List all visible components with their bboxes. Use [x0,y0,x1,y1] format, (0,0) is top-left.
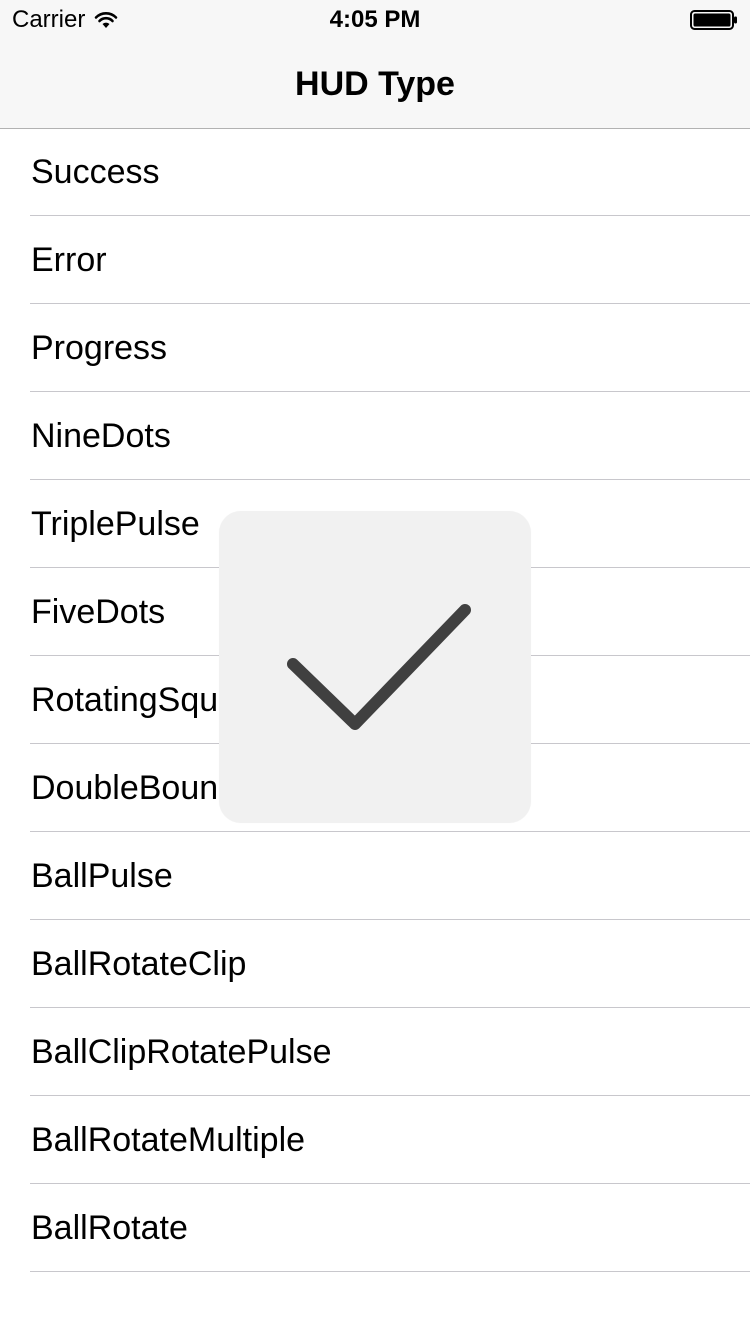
list-item-ballpulse[interactable]: BallPulse [0,832,750,920]
list-item-label: FiveDots [31,593,166,631]
list-item-label: TriplePulse [31,505,200,543]
list-item-label: BallRotateMultiple [31,1121,306,1159]
list-item-ballcliprotatepulse[interactable]: BallClipRotatePulse [0,1008,750,1096]
status-time: 4:05 PM [329,6,421,33]
list-item-label: BallRotateClip [31,945,247,983]
list-item-label: BallPulse [31,857,173,895]
page-title: HUD Type [295,65,455,103]
status-bar: Carrier 4:05 PM [0,0,750,40]
list-item-label: Progress [31,329,168,367]
list-item-label: Error [31,241,107,279]
list-item-ballrotateclip[interactable]: BallRotateClip [0,920,750,1008]
list-item-label: NineDots [31,417,171,455]
list-item-success[interactable]: Success [0,128,750,216]
list-item-label: BallClipRotatePulse [31,1033,332,1071]
list-item-label: Success [31,153,160,191]
navigation-bar: Carrier 4:05 PM HUD Type [0,0,750,129]
battery-icon [690,10,737,30]
list-item-ninedots[interactable]: NineDots [0,392,750,480]
app-screen: Carrier 4:05 PM HUD Type Success Error P… [0,0,750,1334]
list-item-label: BallRotate [31,1209,188,1247]
list-item-ballrotate[interactable]: BallRotate [0,1184,750,1272]
success-hud [219,511,531,823]
list-item-progress[interactable]: Progress [0,304,750,392]
list-item-error[interactable]: Error [0,216,750,304]
list-item-ballrotatemultiple[interactable]: BallRotateMultiple [0,1096,750,1184]
checkmark-icon [287,604,471,730]
